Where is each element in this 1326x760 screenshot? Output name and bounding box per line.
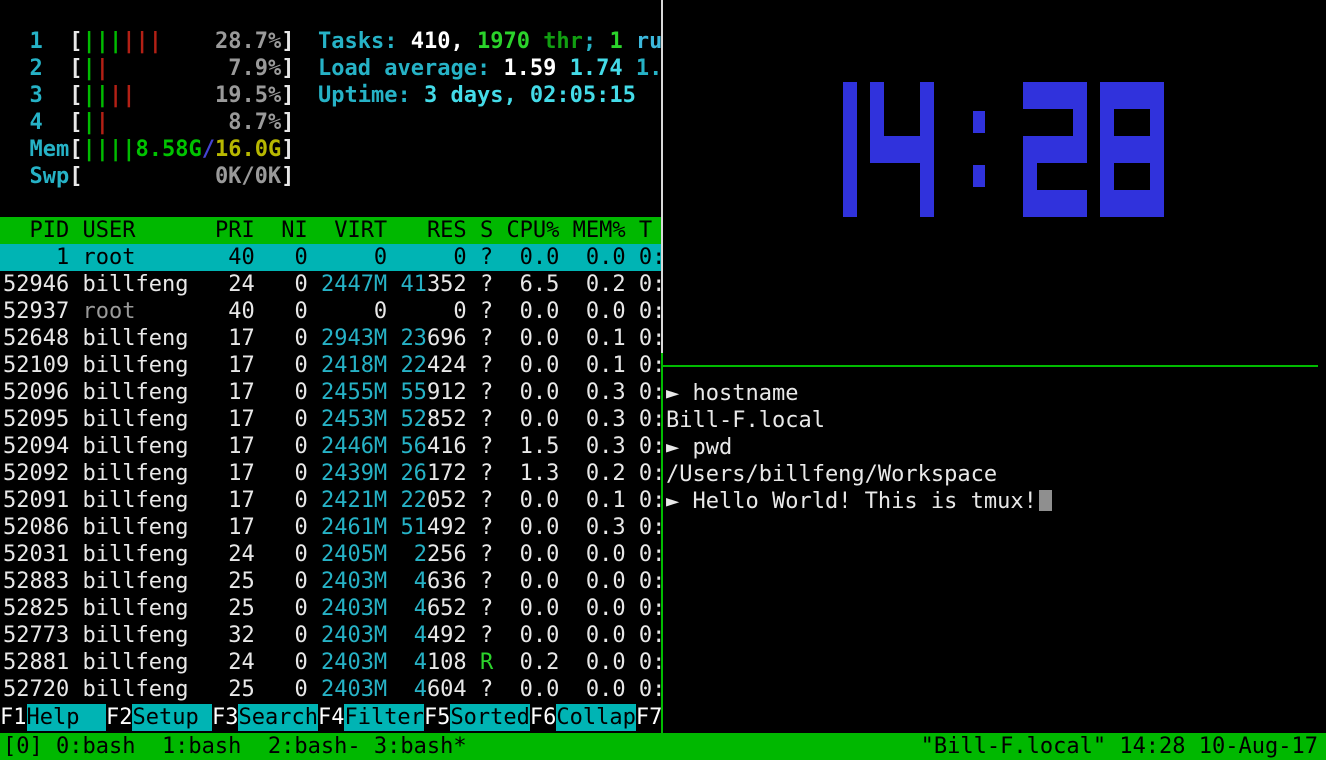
clock-segment bbox=[870, 136, 934, 163]
process-row[interactable]: 52091 billfeng 17 0 2421M 22052 ? 0.0 0.… bbox=[0, 487, 661, 514]
process-row[interactable]: 52946 billfeng 24 0 2447M 41352 ? 6.5 0.… bbox=[0, 271, 661, 298]
status-right: "Bill-F.local" 14:28 10-Aug-17 bbox=[921, 733, 1318, 760]
clock-segment bbox=[1023, 163, 1037, 190]
table-header-row: PID USER PRI NI VIRT RES S CPU% MEM% T bbox=[0, 217, 661, 244]
window-list[interactable]: [0] 0:bash 1:bash 2:bash- 3:bash* bbox=[3, 733, 467, 760]
terminal-line: Bill-F.local bbox=[666, 407, 1316, 434]
clock-segment bbox=[1023, 82, 1087, 109]
process-row[interactable]: 52881 billfeng 24 0 2403M 4108 R 0.2 0.0… bbox=[0, 649, 661, 676]
process-row[interactable]: 52937 root 40 0 0 0 ? 0.0 0.0 0: bbox=[0, 298, 661, 325]
process-row[interactable]: 52096 billfeng 17 0 2455M 55912 ? 0.0 0.… bbox=[0, 379, 661, 406]
process-row[interactable]: 52095 billfeng 17 0 2453M 52852 ? 0.0 0.… bbox=[0, 406, 661, 433]
fkey-F6[interactable]: F6Collap bbox=[530, 704, 636, 731]
terminal-line: /Users/billfeng/Workspace bbox=[666, 461, 1316, 488]
tmux-status-bar: [0] 0:bash 1:bash 2:bash- 3:bash* "Bill-… bbox=[0, 733, 1326, 760]
htop-summary: Tasks: 410, 1970 thr; 1 ruLoad average: … bbox=[318, 28, 661, 109]
prompt-icon: ► bbox=[666, 435, 693, 460]
fkey-label: F7 bbox=[636, 704, 661, 731]
process-row[interactable]: 52031 billfeng 24 0 2405M 2256 ? 0.0 0.0… bbox=[0, 541, 661, 568]
process-row[interactable]: 52092 billfeng 17 0 2439M 26172 ? 1.3 0.… bbox=[0, 460, 661, 487]
htop-function-bar: F1Help F2Setup F3SearchF4FilterF5SortedF… bbox=[0, 704, 661, 731]
load-average-line: Load average: 1.59 1.74 1. bbox=[318, 55, 661, 82]
clock-segment bbox=[973, 111, 985, 133]
shell-pane[interactable]: ► hostnameBill-F.local► pwd/Users/billfe… bbox=[663, 367, 1326, 733]
clock-segment bbox=[1023, 136, 1087, 163]
text-cursor bbox=[1039, 490, 1052, 511]
fkey-F3[interactable]: F3Search bbox=[212, 704, 318, 731]
process-row[interactable]: 52648 billfeng 17 0 2943M 23696 ? 0.0 0.… bbox=[0, 325, 661, 352]
clock-segment bbox=[973, 165, 985, 187]
clock-segment bbox=[1023, 190, 1087, 217]
clock-segment bbox=[843, 82, 857, 217]
process-row[interactable]: 52883 billfeng 25 0 2403M 4636 ? 0.0 0.0… bbox=[0, 568, 661, 595]
meter-3: 3 [|||| 19.5%] bbox=[3, 82, 294, 109]
meter-1: 1 [|||||| 28.7%] bbox=[3, 28, 294, 55]
terminal-line: ► pwd bbox=[666, 434, 1316, 461]
meter-4: 4 [|| 8.7%] bbox=[3, 109, 294, 136]
clock-segment bbox=[1100, 82, 1114, 217]
clock-segment bbox=[1150, 82, 1164, 217]
fkey-F1[interactable]: F1Help bbox=[0, 704, 106, 731]
process-row[interactable]: 52086 billfeng 17 0 2461M 51492 ? 0.0 0.… bbox=[0, 514, 661, 541]
fkey-label: F6 bbox=[530, 704, 557, 731]
tasks-line: Tasks: 410, 1970 thr; 1 ru bbox=[318, 28, 661, 55]
fkey-F5[interactable]: F5Sorted bbox=[424, 704, 530, 731]
terminal-line: ► Hello World! This is tmux! bbox=[666, 488, 1316, 515]
fkey-label: F1 bbox=[0, 704, 27, 731]
uptime-line: Uptime: 3 days, 02:05:15 bbox=[318, 82, 661, 109]
process-row[interactable]: 52773 billfeng 32 0 2403M 4492 ? 0.0 0.0… bbox=[0, 622, 661, 649]
clock-pane[interactable] bbox=[663, 0, 1326, 365]
fkey-label: F3 bbox=[212, 704, 239, 731]
meter-2: 2 [|| 7.9%] bbox=[3, 55, 294, 82]
digital-clock bbox=[793, 82, 1173, 217]
fkey-F4[interactable]: F4Filter bbox=[318, 704, 424, 731]
process-row[interactable]: 52094 billfeng 17 0 2446M 56416 ? 1.5 0.… bbox=[0, 433, 661, 460]
tmux-session: 1 [|||||| 28.7%] 2 [|| 7.9%] 3 [|||| 19.… bbox=[0, 0, 1326, 760]
prompt-icon: ► bbox=[666, 381, 693, 406]
fkey-label: F5 bbox=[424, 704, 451, 731]
fkey-label: F4 bbox=[318, 704, 345, 731]
terminal-output: ► hostnameBill-F.local► pwd/Users/billfe… bbox=[666, 380, 1316, 515]
clock-segment bbox=[1073, 109, 1087, 136]
terminal-line: ► hostname bbox=[666, 380, 1316, 407]
fkey-F7[interactable]: F7N bbox=[636, 704, 661, 731]
fkey-label: F2 bbox=[106, 704, 133, 731]
fkey-F2[interactable]: F2Setup bbox=[106, 704, 212, 731]
process-row[interactable]: 52109 billfeng 17 0 2418M 22424 ? 0.0 0.… bbox=[0, 352, 661, 379]
htop-process-table[interactable]: PID USER PRI NI VIRT RES S CPU% MEM% T 1… bbox=[0, 217, 661, 703]
process-row[interactable]: 52825 billfeng 25 0 2403M 4652 ? 0.0 0.0… bbox=[0, 595, 661, 622]
htop-pane[interactable]: 1 [|||||| 28.7%] 2 [|| 7.9%] 3 [|||| 19.… bbox=[0, 0, 661, 733]
htop-meters: 1 [|||||| 28.7%] 2 [|| 7.9%] 3 [|||| 19.… bbox=[3, 28, 294, 190]
meter-mem: Mem[||||8.58G/16.0G] bbox=[3, 136, 294, 163]
process-row[interactable]: 52720 billfeng 25 0 2403M 4604 ? 0.0 0.0… bbox=[0, 676, 661, 703]
process-row[interactable]: 1 root 40 0 0 0 ? 0.0 0.0 0: bbox=[0, 244, 661, 271]
prompt-icon: ► bbox=[666, 489, 693, 514]
meter-swp: Swp[ 0K/0K] bbox=[3, 163, 294, 190]
